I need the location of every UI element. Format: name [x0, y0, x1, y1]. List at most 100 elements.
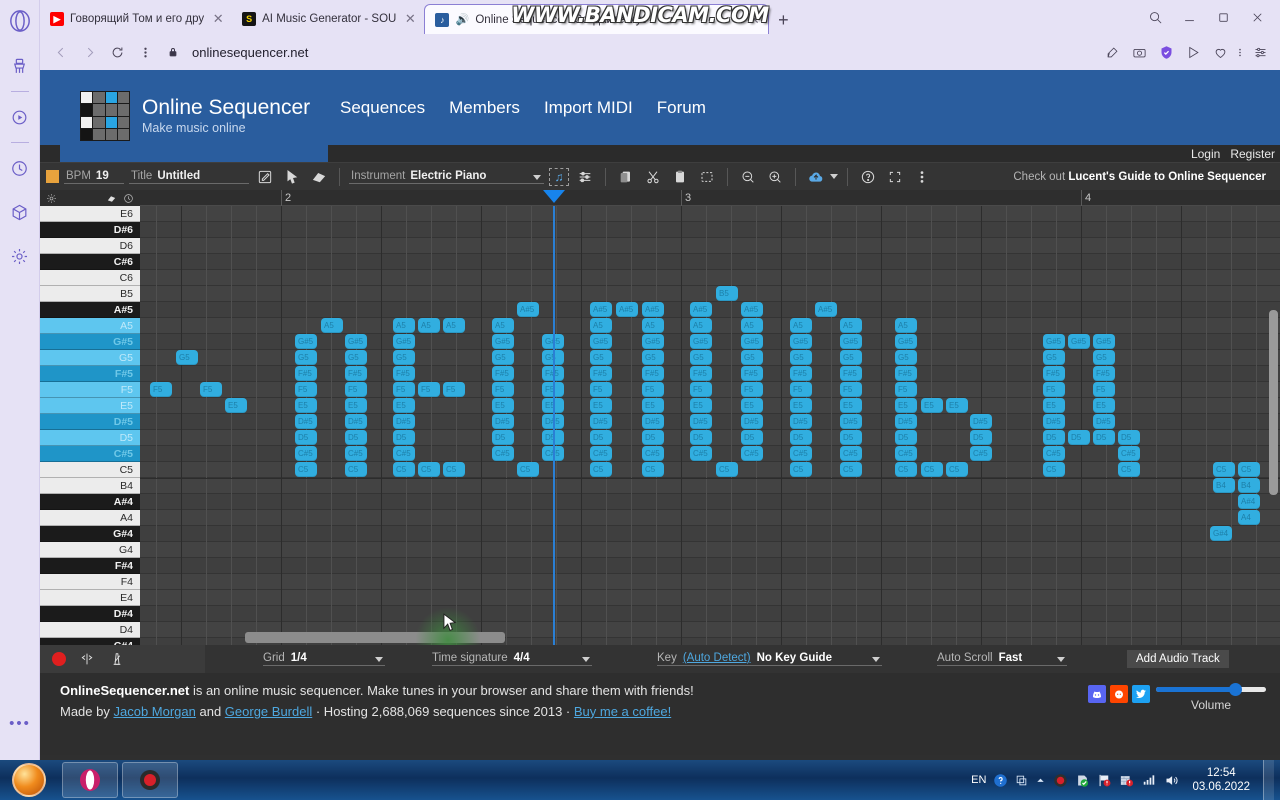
copy-icon[interactable] [615, 166, 637, 188]
note[interactable]: E5 [345, 398, 367, 413]
note[interactable]: D#5 [1093, 414, 1115, 429]
eraser-icon[interactable] [308, 166, 330, 188]
note[interactable]: C#5 [590, 446, 612, 461]
promo-link[interactable]: Lucent's Guide to Online Sequencer [1068, 171, 1266, 183]
grid-row-C#6[interactable] [140, 254, 1280, 270]
piano-key-D6[interactable]: D6 [40, 238, 140, 254]
note[interactable]: G5 [1043, 350, 1065, 365]
note[interactable]: A#5 [815, 302, 837, 317]
note[interactable]: C5 [946, 462, 968, 477]
note[interactable]: D5 [1118, 430, 1140, 445]
piano-key-F#4[interactable]: F#4 [40, 558, 140, 574]
note[interactable]: C#5 [1118, 446, 1140, 461]
piano-key-D#4[interactable]: D#4 [40, 606, 140, 622]
note[interactable]: C5 [1043, 462, 1065, 477]
note[interactable]: D#5 [840, 414, 862, 429]
history-clock-icon[interactable] [5, 153, 35, 183]
note[interactable]: C5 [716, 462, 738, 477]
note[interactable]: G#5 [1093, 334, 1115, 349]
note[interactable]: A5 [590, 318, 612, 333]
buy-me-a-coffee-link[interactable]: Buy me a coffee! [574, 704, 671, 719]
note[interactable]: G#5 [295, 334, 317, 349]
note[interactable]: F5 [150, 382, 172, 397]
note[interactable]: G5 [642, 350, 664, 365]
note[interactable]: D5 [970, 430, 992, 445]
fullscreen-icon[interactable] [884, 166, 906, 188]
piano-key-F4[interactable]: F4 [40, 574, 140, 590]
snapshot-icon[interactable] [1127, 40, 1151, 64]
note[interactable]: F5 [895, 382, 917, 397]
note[interactable]: E5 [295, 398, 317, 413]
note[interactable]: F#5 [642, 366, 664, 381]
note[interactable]: D5 [590, 430, 612, 445]
close-window-icon[interactable] [1242, 3, 1272, 31]
note-select-icon[interactable]: ♫ [549, 167, 569, 186]
note[interactable]: F5 [393, 382, 415, 397]
note[interactable]: C#5 [895, 446, 917, 461]
zoom-out-icon[interactable] [737, 166, 759, 188]
piano-key-G#5[interactable]: G#5 [40, 334, 140, 350]
note[interactable]: D#5 [970, 414, 992, 429]
flag-alert-icon[interactable] [1097, 773, 1112, 788]
note[interactable]: E5 [790, 398, 812, 413]
note[interactable]: G5 [176, 350, 198, 365]
site-brand[interactable]: Online Sequencer Make music online [60, 70, 328, 162]
add-audio-track-button[interactable]: Add Audio Track [1127, 650, 1229, 668]
note[interactable]: C#5 [741, 446, 763, 461]
note[interactable]: E5 [642, 398, 664, 413]
show-hidden-icons-icon[interactable] [1035, 775, 1046, 786]
note[interactable]: G#5 [741, 334, 763, 349]
note[interactable]: G5 [895, 350, 917, 365]
note[interactable]: D#5 [790, 414, 812, 429]
note[interactable]: C5 [393, 462, 415, 477]
tab-audio-icon[interactable]: 🔊 [455, 13, 470, 27]
pencil-icon[interactable] [254, 166, 276, 188]
note[interactable]: F5 [1093, 382, 1115, 397]
note[interactable]: G5 [393, 350, 415, 365]
piano-key-A4[interactable]: A4 [40, 510, 140, 526]
note[interactable]: D#5 [393, 414, 415, 429]
note[interactable]: F5 [295, 382, 317, 397]
note[interactable]: G#5 [590, 334, 612, 349]
gear-icon[interactable] [46, 193, 57, 204]
firewall-alert-icon[interactable] [1119, 773, 1134, 788]
playhead-handle[interactable] [543, 190, 565, 203]
zoom-in-icon[interactable] [764, 166, 786, 188]
login-link[interactable]: Login [1191, 147, 1220, 161]
note[interactable]: D5 [345, 430, 367, 445]
browser-tab-2[interactable]: ♪ 🔊 Online Sequencer: Создайте муз ✕ [424, 4, 770, 34]
taskbar-bandicam-item[interactable] [122, 762, 178, 798]
note[interactable]: C5 [590, 462, 612, 477]
pointer-icon[interactable] [281, 166, 303, 188]
opera-logo-icon[interactable] [7, 8, 33, 34]
volume-knob[interactable] [1229, 683, 1243, 696]
note[interactable]: D#5 [345, 414, 367, 429]
nav-import-midi[interactable]: Import MIDI [544, 98, 633, 118]
close-icon[interactable]: ✕ [746, 12, 762, 28]
auto-detect-link[interactable]: (Auto Detect) [683, 652, 751, 664]
note[interactable]: G#5 [690, 334, 712, 349]
note[interactable]: A5 [321, 318, 343, 333]
paste-icon[interactable] [669, 166, 691, 188]
piano-key-B4[interactable]: B4 [40, 478, 140, 494]
grid-row-C6[interactable] [140, 270, 1280, 286]
easy-setup-icon[interactable] [1248, 40, 1272, 64]
note[interactable]: E5 [1093, 398, 1115, 413]
close-icon[interactable]: ✕ [210, 11, 226, 27]
note[interactable]: D5 [1068, 430, 1090, 445]
horizontal-scrollbar[interactable] [245, 632, 505, 643]
note[interactable]: G#5 [790, 334, 812, 349]
note[interactable]: E5 [921, 398, 943, 413]
note[interactable]: D#5 [642, 414, 664, 429]
note[interactable]: F#5 [393, 366, 415, 381]
piano-key-G5[interactable]: G5 [40, 350, 140, 366]
sequencer-canvas[interactable]: 234 E6 D#6 D6 C#6 C6 B5 A#5 A5 G#5 G5 F#5 F5 E5 D#5 D5… [40, 190, 1280, 645]
piano-key-C6[interactable]: C6 [40, 270, 140, 286]
note[interactable]: G5 [345, 350, 367, 365]
note[interactable]: F5 [690, 382, 712, 397]
title-field[interactable]: Title Untitled [129, 170, 249, 184]
piano-key-D#6[interactable]: D#6 [40, 222, 140, 238]
reddit-icon[interactable] [1110, 685, 1128, 703]
cleaner-icon[interactable] [5, 51, 35, 81]
note[interactable]: C5 [443, 462, 465, 477]
